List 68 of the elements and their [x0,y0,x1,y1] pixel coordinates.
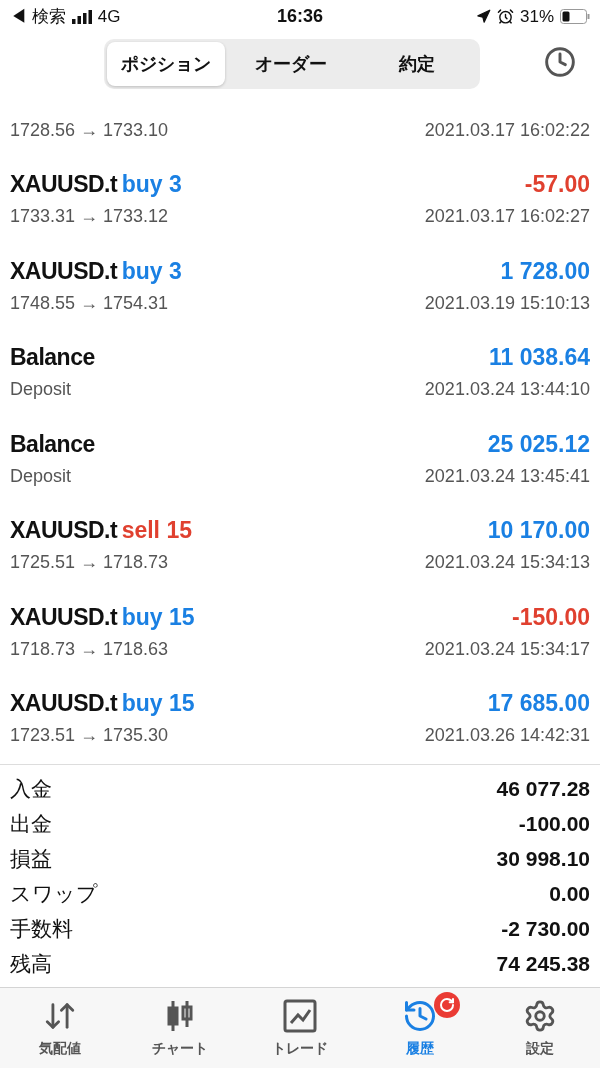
deal-time: 2021.03.17 16:02:22 [424,119,590,141]
summary-value: -2 730.00 [501,916,590,941]
deal-time: 2021.03.26 14:42:31 [424,725,590,747]
deal-prices: 1728.56 → 1733.10 [10,119,169,141]
deal-profit: -150.00 [512,603,590,631]
deal-profit: 1 728.00 [500,257,590,285]
tab-bar-item[interactable]: 設定 [480,988,600,1068]
clock-icon[interactable] [544,45,576,78]
deal-symbol: XAUUSD.t [10,517,118,544]
tab-bar-item[interactable]: 履歴 [360,988,480,1068]
tab-bar-item[interactable]: トレード [240,988,360,1068]
battery-percent: 31% [520,6,554,27]
segment-tab[interactable]: オーダー [225,41,357,86]
deal-symbol: Balance [10,344,95,371]
deal-comment: Deposit [10,379,72,401]
deal-profit: 11 038.64 [488,344,590,372]
candlestick-icon [166,999,194,1034]
clock-time: 16:36 [277,6,324,28]
back-link[interactable]: ◀ 検索 [10,5,66,29]
alarm-icon [497,8,514,26]
tab-bar-item[interactable]: チャート [120,988,240,1068]
segment-tab[interactable]: ポジション [107,41,225,86]
settings-icon [523,999,557,1034]
battery-icon [560,9,590,25]
deal-action: buy 3 [121,171,182,198]
summary-value: -100.00 [518,811,590,836]
deal-time: 2021.03.19 15:10:13 [424,292,590,314]
deal-time: 2021.03.24 15:34:17 [424,638,590,660]
summary-value: 74 245.38 [496,951,590,976]
signal-icon [71,9,92,24]
deal-prices: 1748.55 → 1754.31 [10,292,169,314]
deal-prices: 1725.51 → 1718.73 [10,552,169,574]
deal-symbol: Balance [10,430,95,457]
deal-action: buy 3 [121,257,182,284]
deal-action: buy 15 [121,690,195,717]
deal-time: 2021.03.24 13:45:41 [424,465,590,487]
deal-profit: 10 170.00 [487,517,590,545]
deal-symbol: XAUUSD.t [10,171,118,198]
segment-tab[interactable]: 約定 [357,41,477,86]
summary-label: 入金 [10,775,52,802]
deal-symbol: XAUUSD.t [10,603,118,630]
deal-action: sell 15 [121,517,192,544]
deal-profit: 25 025.12 [487,430,590,458]
line-chart-icon [283,999,317,1034]
summary-label: 損益 [10,845,52,872]
deal-time: 2021.03.24 15:34:13 [424,552,590,574]
deal-profit: -57.00 [524,171,590,199]
deal-symbol: XAUUSD.t [10,690,118,717]
deal-prices: 1723.51 → 1735.30 [10,725,169,747]
deal-profit: 17 685.00 [487,690,590,718]
summary-value: 46 077.28 [496,776,590,801]
summary-label: 手数料 [10,915,73,942]
deal-time: 2021.03.17 16:02:27 [424,206,590,228]
deal-prices: 1718.73 → 1718.63 [10,638,169,660]
location-icon [476,9,491,25]
tab-bar-item[interactable]: 気配値 [0,988,120,1068]
summary-value: 30 998.10 [496,846,590,871]
refresh-badge-icon [434,992,460,1019]
deal-time: 2021.03.24 13:44:10 [424,379,590,401]
summary-value: 0.00 [549,881,590,906]
summary-label: スワップ [10,880,98,907]
deal-action: buy 15 [121,603,195,630]
summary-label: 残高 [10,950,52,977]
deal-prices: 1733.31 → 1733.12 [10,206,169,228]
deal-symbol: XAUUSD.t [10,257,118,284]
summary-label: 出金 [10,810,52,837]
network-type: 4G [97,6,121,27]
deal-comment: Deposit [10,465,72,487]
